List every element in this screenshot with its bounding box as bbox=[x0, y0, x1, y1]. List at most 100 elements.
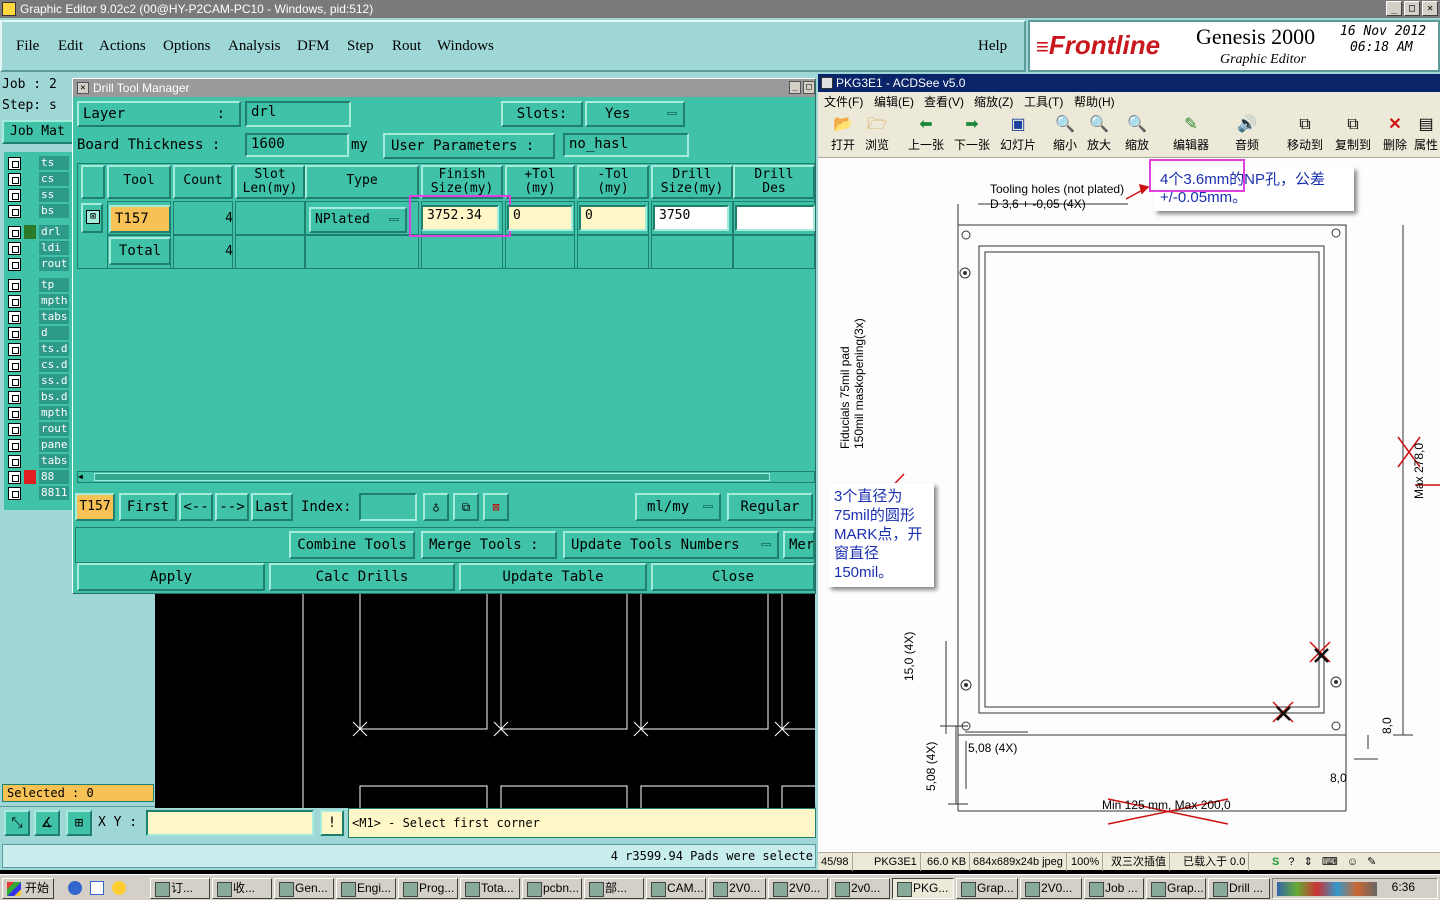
taskbar-item-8[interactable]: CAM... bbox=[646, 878, 706, 899]
layer-name[interactable]: rout bbox=[39, 257, 69, 271]
tool-zoom[interactable]: 🔍 缩放 bbox=[1120, 116, 1154, 153]
layer-row-tabs[interactable]: tabs bbox=[8, 310, 69, 324]
minus-tol-input[interactable]: 0 bbox=[579, 205, 647, 231]
layer-row-bs.d[interactable]: bs.d bbox=[8, 390, 69, 404]
tool-next[interactable]: ➡ 下一张 bbox=[950, 116, 994, 153]
layer-name[interactable]: ldi bbox=[39, 241, 69, 255]
layer-name[interactable]: tp bbox=[39, 278, 69, 292]
close-icon[interactable]: ✕ bbox=[1422, 1, 1438, 16]
taskbar-item-14[interactable]: 2V0... bbox=[1020, 878, 1082, 899]
layer-name[interactable]: tabs bbox=[39, 310, 69, 324]
grid-icon[interactable]: ⊞ bbox=[66, 810, 92, 836]
acd-menu-file[interactable]: 文件(F) bbox=[824, 92, 863, 112]
layer-row-cs[interactable]: cs bbox=[8, 172, 69, 186]
layer-name[interactable]: ss bbox=[39, 188, 69, 202]
xy-input[interactable] bbox=[146, 810, 314, 836]
taskbar-item-4[interactable]: Prog... bbox=[398, 878, 458, 899]
menu-windows[interactable]: Windows bbox=[437, 38, 494, 55]
dtm-minimize-icon[interactable]: _ bbox=[789, 81, 801, 94]
layer-checkbox[interactable] bbox=[8, 438, 21, 452]
layer-row-pane[interactable]: pane bbox=[8, 438, 69, 452]
layer-button[interactable]: Layer: bbox=[77, 101, 241, 127]
refresh-icon[interactable]: ⧉ bbox=[453, 493, 479, 521]
layer-row-ts[interactable]: ts bbox=[8, 156, 69, 170]
board-thickness-field[interactable]: 1600 bbox=[245, 133, 349, 157]
job-matrix-button[interactable]: Job Mat bbox=[2, 120, 74, 144]
mer-button[interactable]: Mer bbox=[783, 531, 815, 559]
layer-checkbox[interactable] bbox=[8, 374, 21, 388]
acd-menu-help[interactable]: 帮助(H) bbox=[1074, 92, 1115, 112]
layer-checkbox[interactable] bbox=[8, 310, 21, 324]
layer-checkbox[interactable] bbox=[8, 422, 21, 436]
layer-name[interactable]: mpth bbox=[39, 406, 69, 420]
drill-size-input[interactable]: 3750 bbox=[653, 205, 729, 231]
layer-row-ss.d[interactable]: ss.d bbox=[8, 374, 69, 388]
minimize-icon[interactable]: _ bbox=[1386, 1, 1402, 16]
layer-row-d[interactable]: d bbox=[8, 326, 69, 340]
layer-name[interactable]: d bbox=[39, 326, 69, 340]
tool-properties[interactable]: ▤ 属性 bbox=[1412, 116, 1440, 153]
layer-name[interactable]: pane bbox=[39, 438, 69, 452]
layer-checkbox[interactable] bbox=[8, 156, 21, 170]
taskbar-item-17[interactable]: Drill ... bbox=[1208, 878, 1270, 899]
update-tools-numbers-dropdown[interactable]: Update Tools Numbers bbox=[563, 531, 779, 559]
drill-des-input[interactable] bbox=[735, 205, 815, 231]
layer-row-tp[interactable]: tp bbox=[8, 278, 69, 292]
menu-file[interactable]: File bbox=[16, 38, 39, 55]
measure-icon[interactable]: ∡ bbox=[34, 810, 60, 836]
layer-checkbox[interactable] bbox=[8, 172, 21, 186]
menu-help[interactable]: Help bbox=[978, 38, 1007, 55]
regular-button[interactable]: Regular bbox=[727, 493, 813, 521]
taskbar-item-12[interactable]: PKG... bbox=[892, 878, 954, 899]
layer-row-cs.d[interactable]: cs.d bbox=[8, 358, 69, 372]
menu-step[interactable]: Step bbox=[347, 38, 374, 55]
taskbar-item-13[interactable]: Grap... bbox=[956, 878, 1018, 899]
layer-checkbox[interactable] bbox=[8, 257, 21, 271]
layer-row-tabs[interactable]: tabs bbox=[8, 454, 69, 468]
layer-row-mpth[interactable]: mpth bbox=[8, 294, 69, 308]
graphic-canvas[interactable] bbox=[155, 594, 815, 808]
layer-name[interactable]: ss.d bbox=[39, 374, 69, 388]
taskbar-item-7[interactable]: 部... bbox=[584, 878, 644, 899]
layer-row-mpth[interactable]: mpth bbox=[8, 406, 69, 420]
taskbar-item-2[interactable]: Gen... bbox=[274, 878, 334, 899]
layer-checkbox[interactable] bbox=[8, 358, 21, 372]
layer-checkbox[interactable] bbox=[8, 188, 21, 202]
acd-menu-tools[interactable]: 工具(T) bbox=[1024, 92, 1063, 112]
taskbar-item-6[interactable]: pcbn... bbox=[522, 878, 582, 899]
layer-name[interactable]: drl bbox=[39, 225, 69, 239]
plus-tol-input[interactable]: 0 bbox=[507, 205, 573, 231]
layer-name[interactable]: bs bbox=[39, 204, 69, 218]
layer-checkbox[interactable] bbox=[8, 470, 21, 484]
layer-name[interactable]: 88 bbox=[39, 470, 69, 484]
layer-row-88[interactable]: 88 bbox=[8, 470, 69, 484]
taskbar-item-1[interactable]: 收... bbox=[212, 878, 272, 899]
type-dropdown[interactable]: NPlated bbox=[309, 207, 407, 233]
layer-row-ldi[interactable]: ldi bbox=[8, 241, 69, 255]
layer-checkbox[interactable] bbox=[8, 342, 21, 356]
horizontal-scrollbar[interactable]: ◀ bbox=[77, 471, 815, 483]
first-button[interactable]: First bbox=[119, 493, 177, 521]
start-button[interactable]: 开始 bbox=[2, 878, 54, 899]
combine-tools-button[interactable]: Combine Tools bbox=[289, 531, 415, 559]
layer-checkbox[interactable] bbox=[8, 204, 21, 218]
layer-checkbox[interactable] bbox=[8, 486, 21, 500]
tool-editor[interactable]: ✎ 编辑器 bbox=[1168, 116, 1214, 153]
layer-name[interactable]: ts.d bbox=[39, 342, 69, 356]
layer-field[interactable]: drl bbox=[245, 101, 351, 127]
tool-delete[interactable]: ✕ 删除 bbox=[1378, 116, 1412, 153]
taskbar-item-11[interactable]: 2v0... bbox=[830, 878, 890, 899]
layer-name[interactable]: rout bbox=[39, 422, 69, 436]
slots-dropdown[interactable]: Yes bbox=[585, 101, 685, 127]
layer-row-ts.d[interactable]: ts.d bbox=[8, 342, 69, 356]
delete-icon[interactable]: ⊠ bbox=[483, 493, 509, 521]
apply-button[interactable]: Apply bbox=[77, 563, 265, 591]
row-select-box[interactable]: ⊠ bbox=[81, 203, 103, 233]
tool-open[interactable]: 📂 打开 bbox=[826, 116, 860, 153]
layer-checkbox[interactable] bbox=[8, 390, 21, 404]
layer-name[interactable]: mpth bbox=[39, 294, 69, 308]
layer-checkbox[interactable] bbox=[8, 241, 21, 255]
image-viewer[interactable]: Tooling holes (not plated) D 3,6 + -0,05… bbox=[818, 159, 1440, 851]
calc-drills-button[interactable]: Calc Drills bbox=[269, 563, 455, 591]
layer-name[interactable]: cs bbox=[39, 172, 69, 186]
